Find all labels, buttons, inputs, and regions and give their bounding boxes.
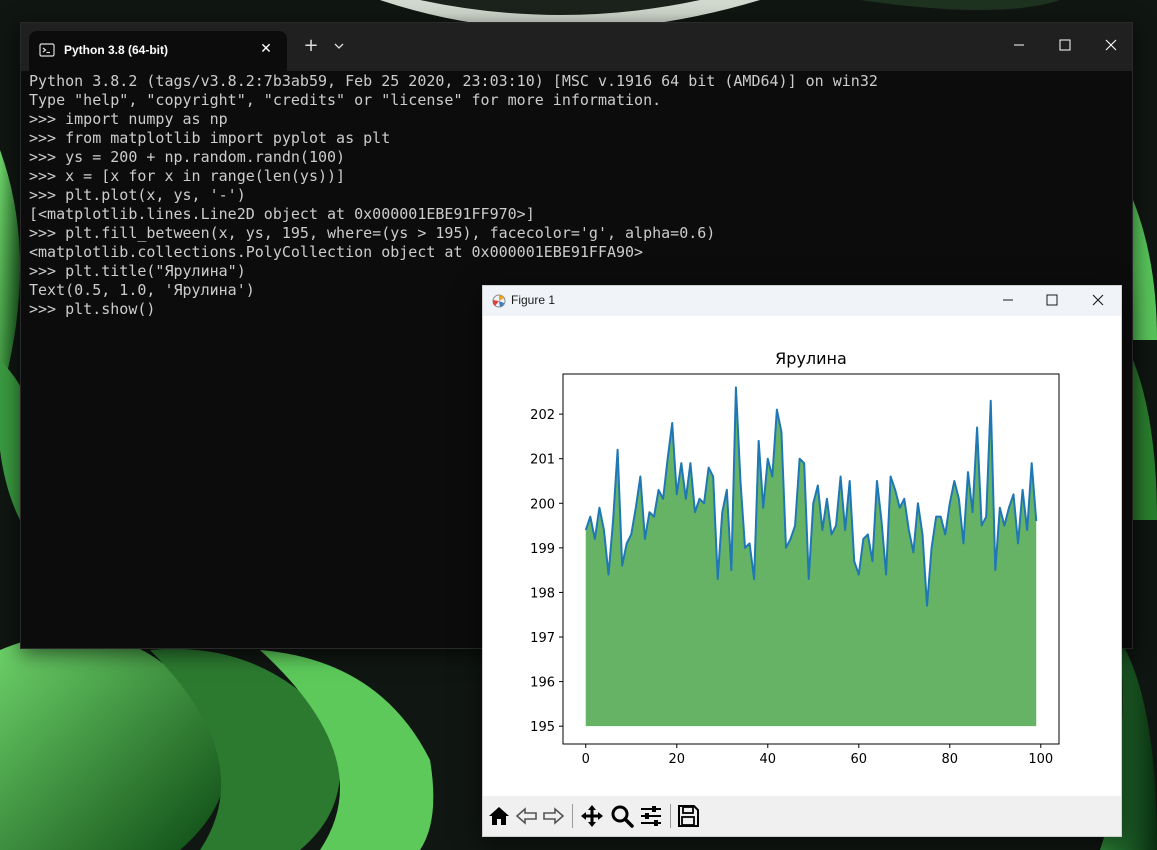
terminal-line: [<matplotlib.lines.Line2D object at 0x00… [29,205,535,223]
x-tick-label: 100 [1028,752,1053,767]
terminal-line: >>> plt.fill_between(x, ys, 195, where=(… [29,224,716,242]
chart: 0 20 40 60 80 100 195 196 197 198 199 200 201 202 Яру… [530,349,1060,767]
terminal-line: >>> plt.plot(x, ys, '-') [29,186,246,204]
y-tick-label: 200 [530,497,555,512]
home-icon[interactable] [486,803,512,829]
save-icon[interactable] [675,803,701,829]
x-tick-label: 20 [668,752,685,767]
figure-close-icon[interactable] [1075,286,1121,316]
new-tab-icon[interactable]: + [302,37,320,55]
figure-maximize-icon[interactable] [1029,286,1075,316]
y-tick-label: 198 [530,586,555,601]
pan-icon[interactable] [579,803,605,829]
tab-close-icon[interactable]: ✕ [257,40,275,58]
terminal-titlebar[interactable]: Python 3.8 (64-bit) ✕ + [21,23,1132,71]
x-tick-label: 60 [851,752,868,767]
x-tick-label: 80 [942,752,959,767]
plot-canvas[interactable]: 0 20 40 60 80 100 195 196 197 198 199 200 201 202 Яру… [483,316,1121,796]
y-tick-label: 201 [530,453,555,468]
y-tick-label: 197 [530,631,555,646]
y-tick-label: 195 [530,720,555,735]
tab-python[interactable]: Python 3.8 (64-bit) ✕ [29,31,287,71]
terminal-line: Type "help", "copyright", "credits" or "… [29,91,662,109]
y-tick-label: 202 [530,408,555,423]
terminal-line: >>> x = [x for x in range(len(ys))] [29,167,346,185]
forward-arrow-icon[interactable] [540,803,566,829]
chevron-down-icon[interactable] [330,37,348,55]
close-icon[interactable] [1088,31,1134,59]
x-tick-label: 0 [582,752,590,767]
terminal-line: <matplotlib.collections.PolyCollection o… [29,243,644,261]
maximize-icon[interactable] [1042,31,1088,59]
toolbar-separator [670,804,671,828]
terminal-line: >>> plt.title("Ярулина") [29,262,246,280]
figure-toolbar [483,796,1121,836]
minimize-icon[interactable] [996,31,1042,59]
zoom-icon[interactable] [609,803,635,829]
terminal-line: Python 3.8.2 (tags/v3.8.2:7b3ab59, Feb 2… [29,72,878,90]
terminal-icon [39,43,55,57]
tab-title: Python 3.8 (64-bit) [64,43,169,57]
y-tick-label: 196 [530,676,555,691]
figure-title: Figure 1 [511,293,556,307]
figure-window[interactable]: Figure 1 0 20 40 60 80 100 195 196 197 198 199 200 2… [482,285,1122,837]
configure-subplots-icon[interactable] [638,803,664,829]
figure-minimize-icon[interactable] [985,286,1031,316]
chart-title: Ярулина [775,349,847,368]
terminal-line: >>> ys = 200 + np.random.randn(100) [29,148,346,166]
terminal-line: >>> from matplotlib import pyplot as plt [29,129,391,147]
matplotlib-logo-icon [492,294,506,308]
y-tick-label: 199 [530,542,555,557]
toolbar-separator [572,804,573,828]
x-tick-label: 40 [759,752,776,767]
terminal-line: >>> import numpy as np [29,110,228,128]
back-arrow-icon[interactable] [514,803,540,829]
figure-titlebar[interactable]: Figure 1 [483,286,1121,316]
